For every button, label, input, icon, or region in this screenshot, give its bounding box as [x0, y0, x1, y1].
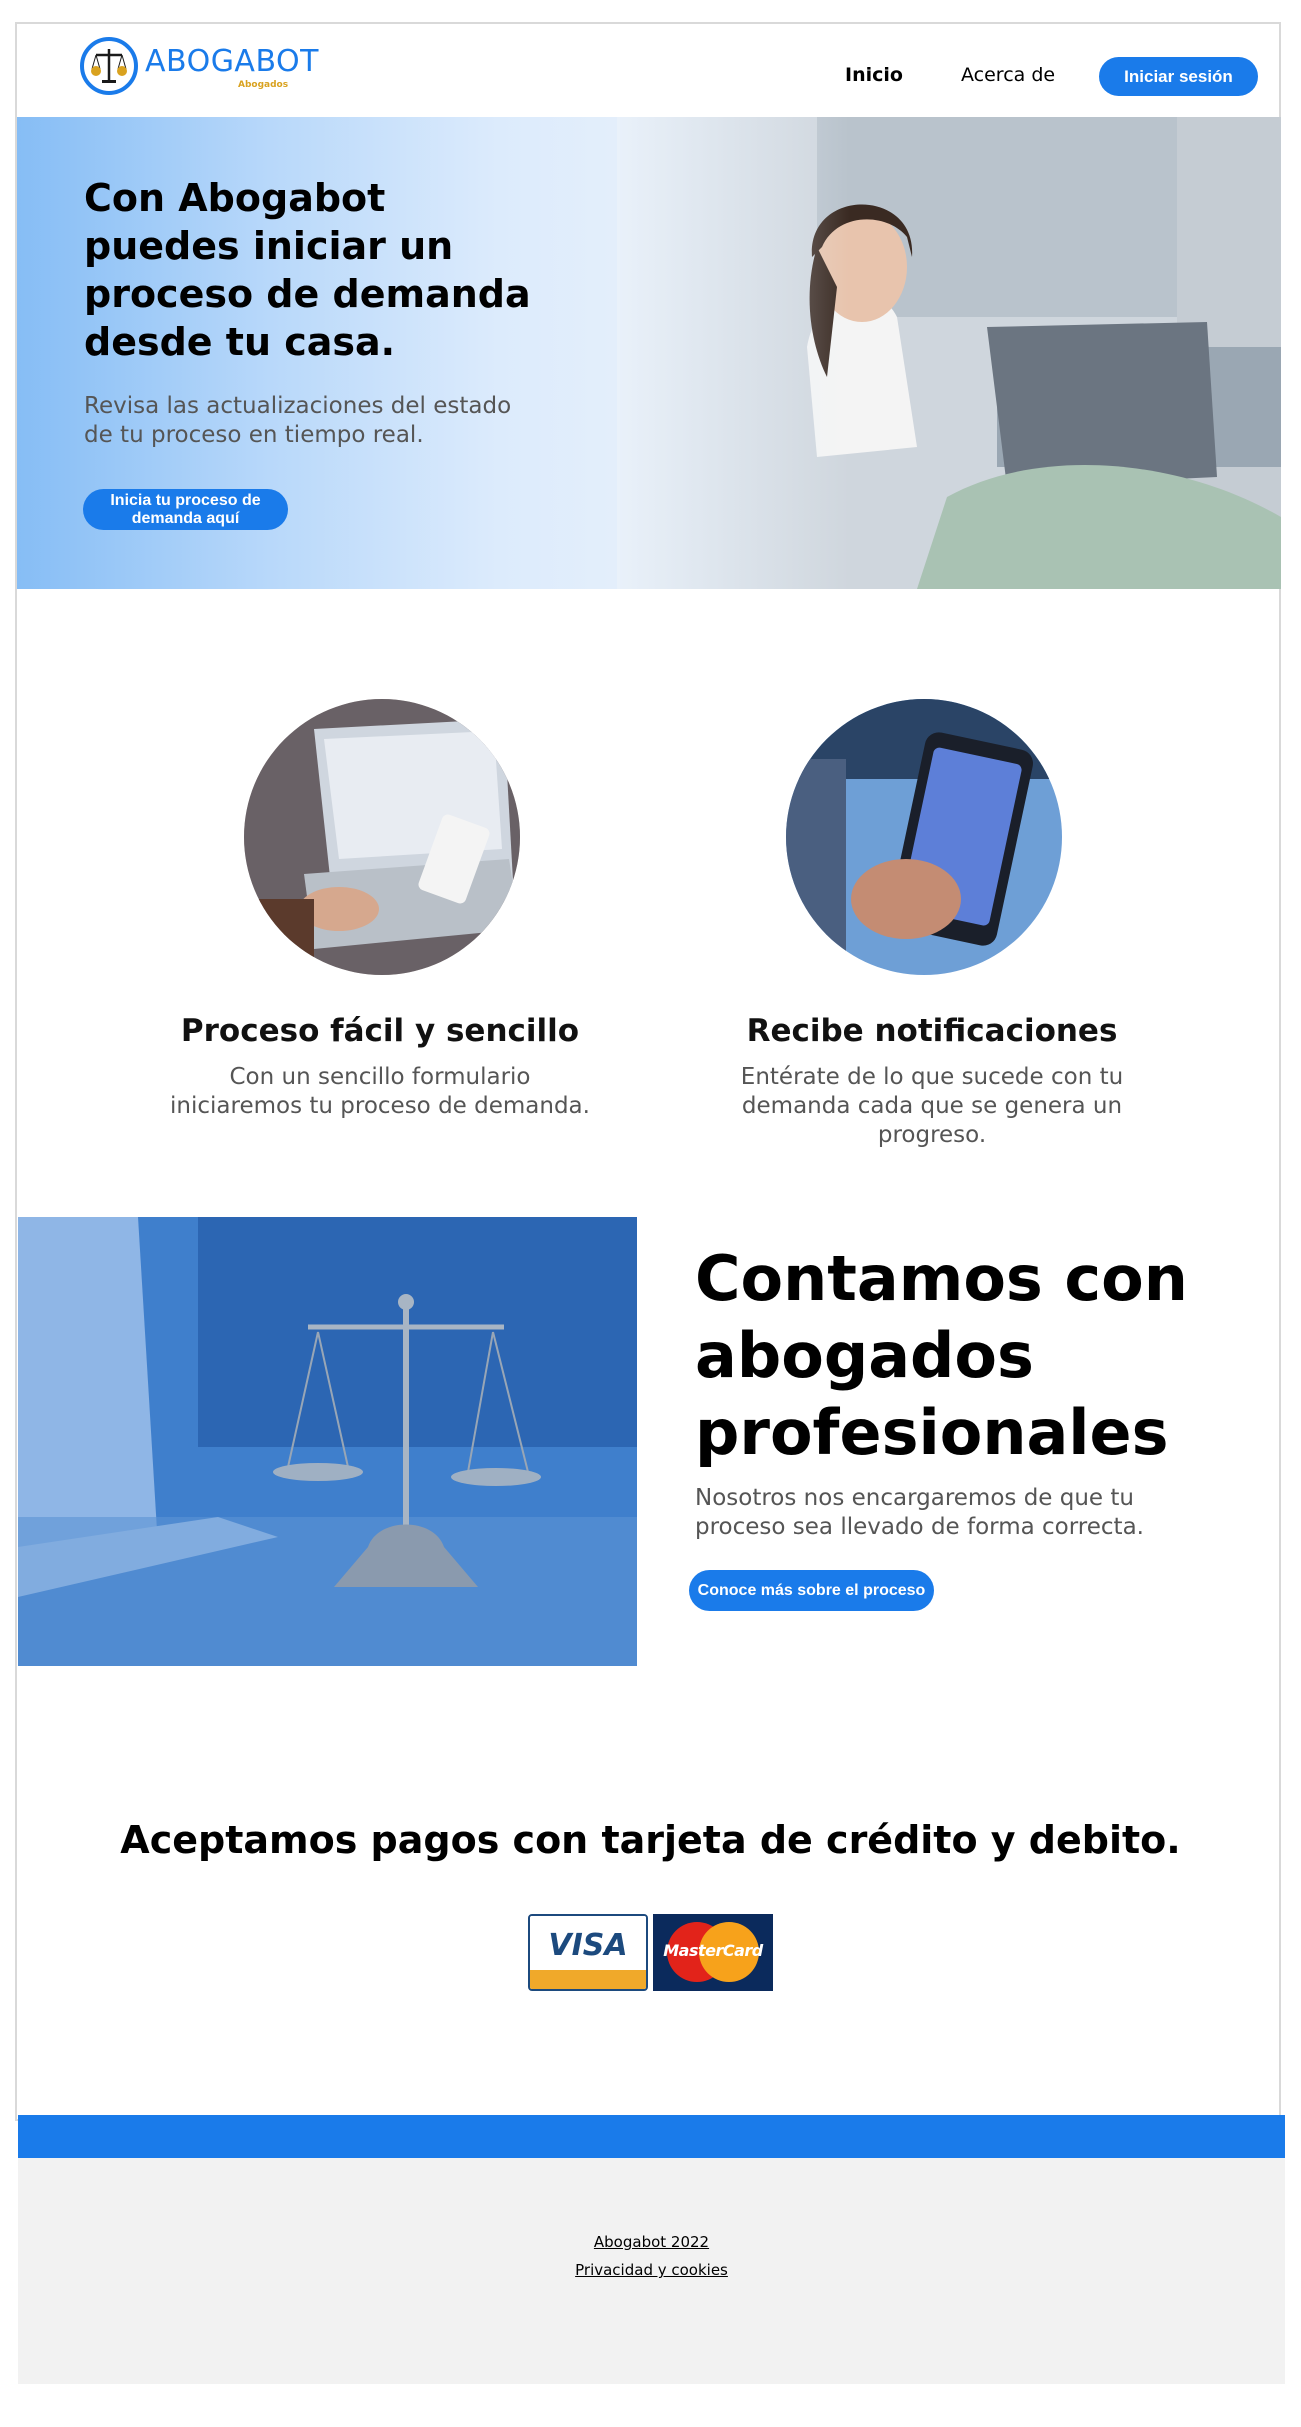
login-button[interactable]: Iniciar sesión [1099, 57, 1258, 96]
mastercard-icon: MasterCard [653, 1914, 773, 1991]
feature-title-notifications: Recibe notificaciones [746, 1013, 1118, 1049]
footer-accent-bar [18, 2115, 1285, 2158]
feature-text-easy: Con un sencillo formulario iniciaremos t… [170, 1064, 590, 1119]
lawyers-title: Contamos con abogados profesionales [695, 1242, 1188, 1469]
feature-image-laptop [244, 699, 520, 975]
feature-title-easy: Proceso fácil y sencillo [180, 1013, 580, 1049]
footer: Abogabot 2022 Privacidad y cookies [18, 2158, 1285, 2384]
start-claim-button[interactable]: Inicia tu proceso de demanda aquí [83, 489, 288, 530]
nav-link-inicio[interactable]: Inicio [845, 64, 903, 86]
visa-card-icon: VISA [528, 1914, 648, 1991]
payments-title: Aceptamos pagos con tarjeta de crédito y… [120, 1818, 1181, 1862]
scales-icon [80, 37, 138, 95]
feature-text-notifications: Entérate de lo que sucede con tu demanda… [740, 1064, 1124, 1148]
lawyers-subtitle: Nosotros nos encargaremos de que tu proc… [695, 1485, 1144, 1540]
brand-subtitle: Abogados [238, 80, 289, 90]
feature-image-phone [786, 699, 1062, 975]
visa-label: VISA [548, 1928, 628, 1963]
scales-of-justice-image [18, 1217, 637, 1666]
nav-link-acerca[interactable]: Acerca de [961, 64, 1055, 86]
brand-logo[interactable]: ABOGABOT Abogados [80, 37, 318, 97]
brand-name: ABOGABOT [145, 44, 319, 79]
hero-title: Con Abogabot puedes iniciar un proceso d… [84, 176, 531, 364]
hero-section: Con Abogabot puedes iniciar un proceso d… [17, 117, 1281, 589]
footer-privacy-link[interactable]: Privacidad y cookies [18, 2261, 1285, 2279]
learn-process-button[interactable]: Conoce más sobre el proceso [689, 1570, 934, 1611]
footer-copyright-link[interactable]: Abogabot 2022 [18, 2233, 1285, 2251]
mastercard-label: MasterCard [663, 1941, 763, 1960]
hero-photo-woman-laptop [617, 117, 1281, 589]
hero-subtitle: Revisa las actualizaciones del estado de… [84, 393, 512, 448]
